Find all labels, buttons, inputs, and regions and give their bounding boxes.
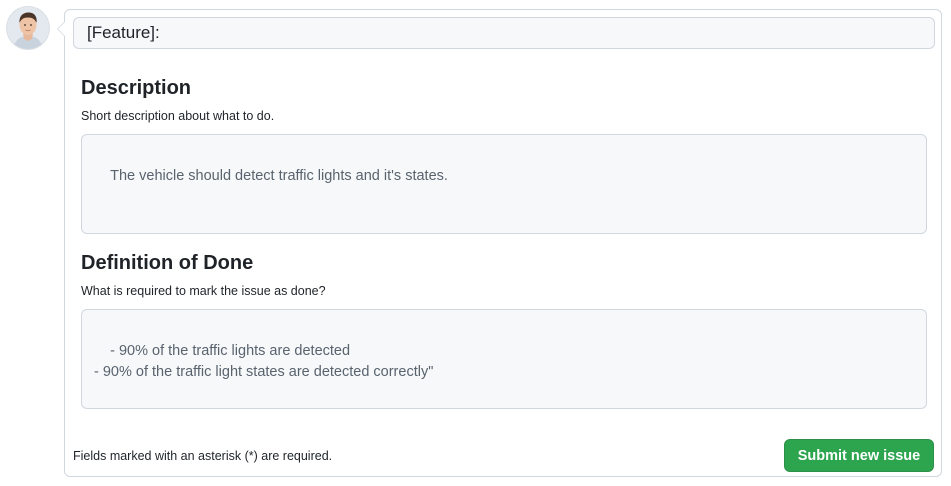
submit-new-issue-button[interactable]: Submit new issue	[784, 439, 934, 472]
definition-of-done-heading: Definition of Done	[81, 252, 254, 274]
definition-of-done-text: - 90% of the traffic lights are detected…	[94, 343, 434, 380]
user-avatar-icon	[7, 7, 49, 49]
definition-of-done-hint: What is required to mark the issue as do…	[81, 284, 326, 298]
description-heading: Description	[81, 77, 192, 99]
new-issue-form: Description Short description about what…	[57, 9, 942, 477]
issue-title-input[interactable]	[73, 17, 935, 49]
user-avatar[interactable]	[7, 7, 49, 49]
definition-of-done-textarea[interactable]: - 90% of the traffic lights are detected…	[81, 309, 927, 409]
description-textarea[interactable]: The vehicle should detect traffic lights…	[81, 134, 927, 234]
resize-grip-icon[interactable]	[916, 223, 924, 231]
required-fields-note: Fields marked with an asterisk (*) are r…	[73, 449, 333, 463]
resize-grip-icon[interactable]	[916, 398, 924, 406]
description-hint: Short description about what to do.	[81, 109, 275, 123]
description-text: The vehicle should detect traffic lights…	[110, 168, 448, 184]
